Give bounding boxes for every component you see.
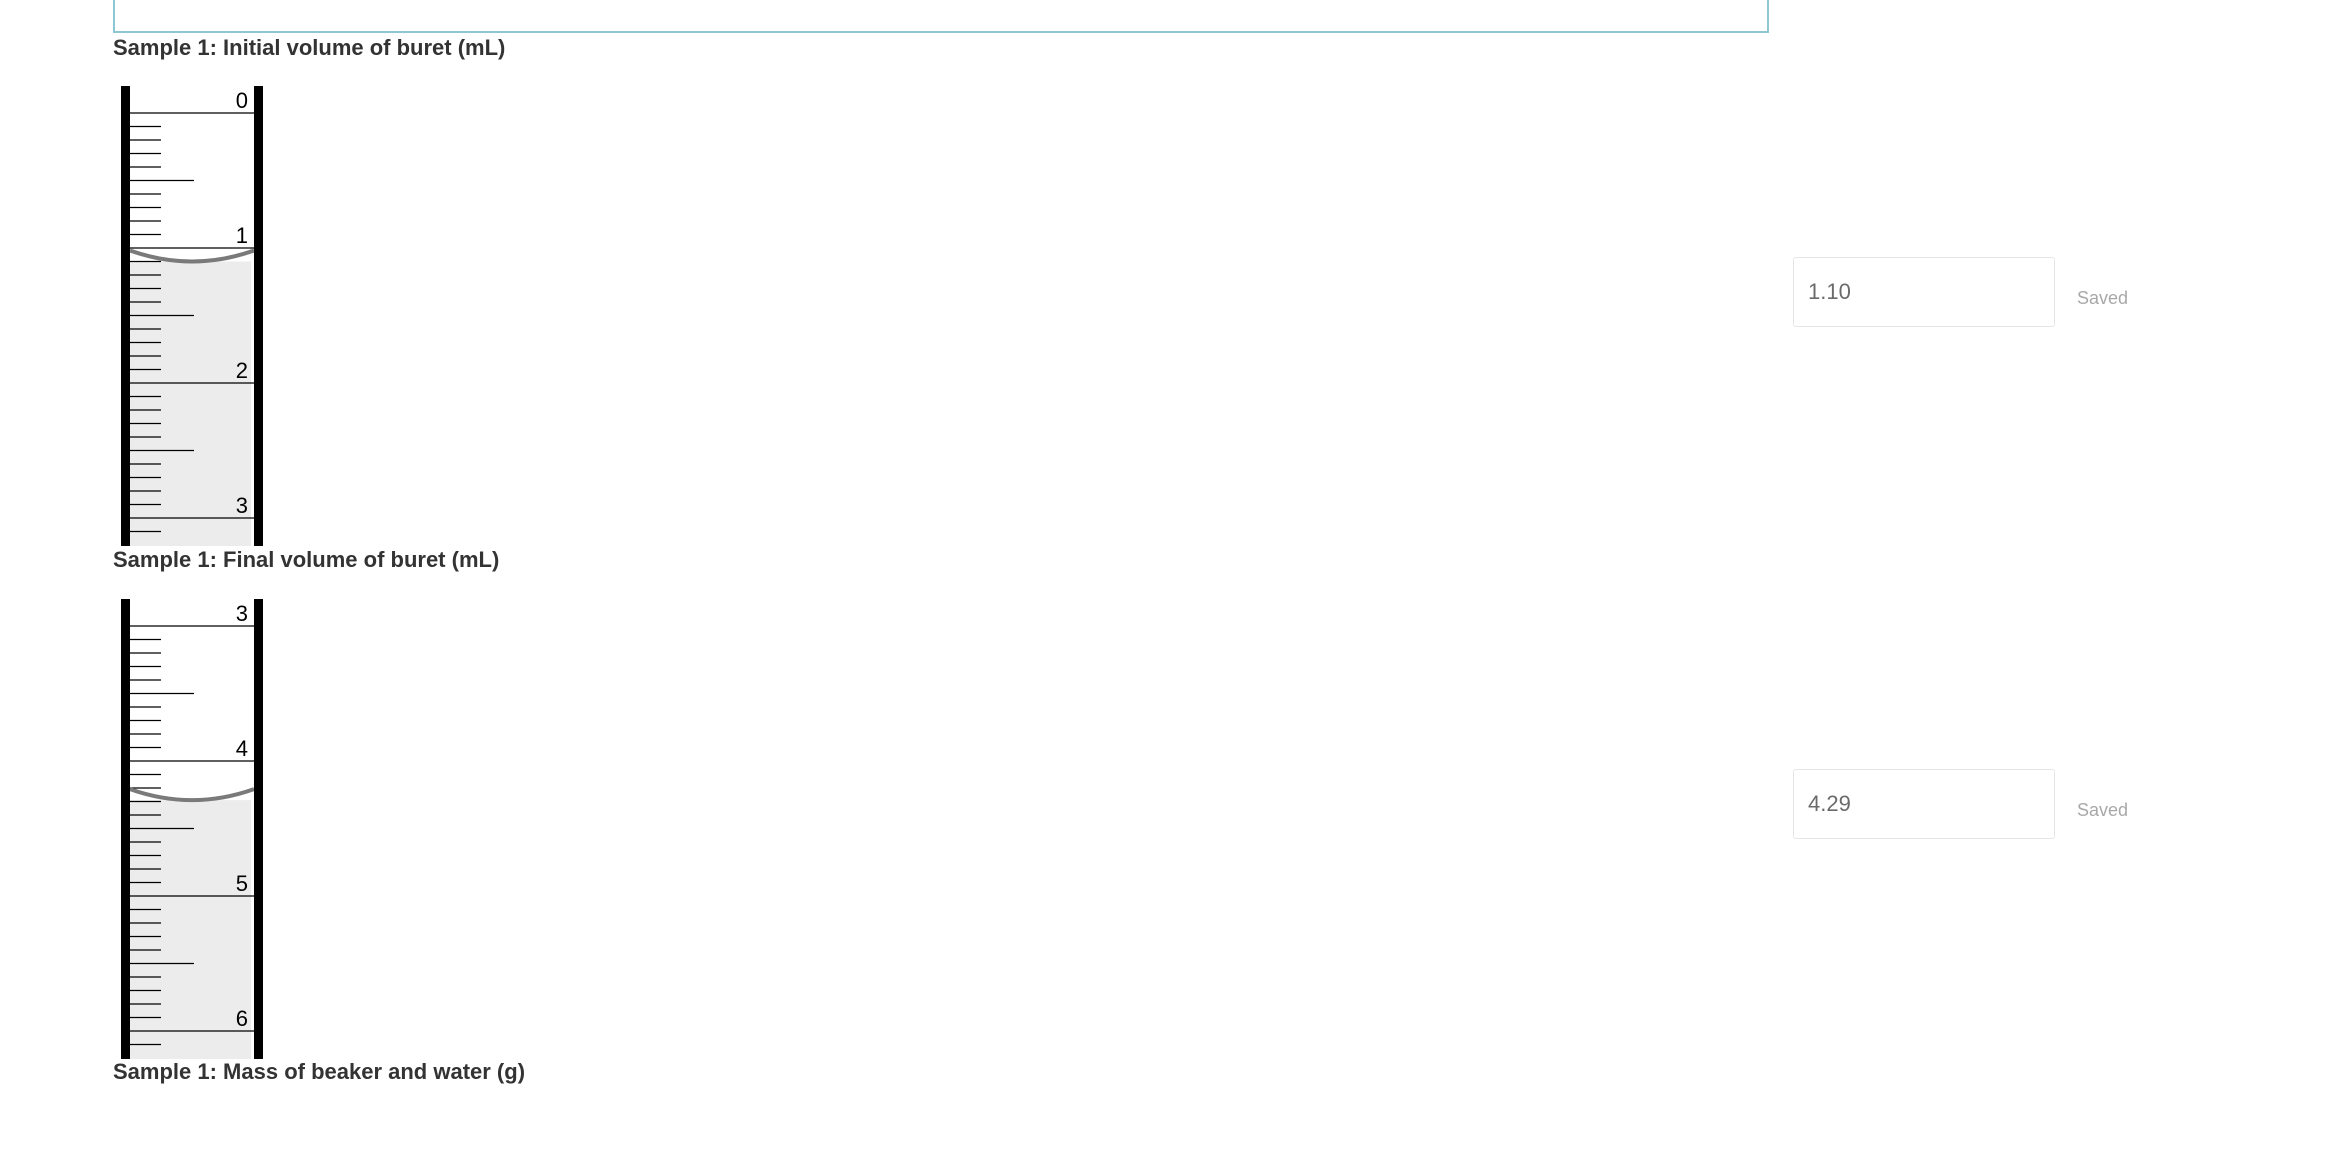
buret-tick-label: 1 [236,223,248,248]
buret-right-wall [254,599,263,1059]
question-label-initial-volume: Sample 1: Initial volume of buret (mL) [113,35,506,60]
initial-volume-input[interactable] [1793,257,2055,327]
buret-tick-label: 6 [236,1006,248,1031]
page: Sample 1: Initial volume of buret (mL) 0… [0,0,2346,1150]
buret-diagram-initial: 0 1 2 3 [113,86,273,546]
buret-svg-final: 3 4 5 6 [121,599,263,1059]
buret-left-wall [121,599,130,1059]
buret-tick-label: 3 [236,493,248,518]
buret-meniscus [129,787,255,803]
buret-diagram-final: 3 4 5 6 [113,599,273,1059]
buret-left-wall [121,86,130,546]
buret-liquid [126,800,251,1059]
buret-tick-label: 5 [236,871,248,896]
buret-tick-label: 4 [236,736,248,761]
buret-tick-label: 2 [236,358,248,383]
previous-answer-box[interactable] [113,0,1769,33]
buret-liquid [126,261,251,546]
initial-volume-saved-status: Saved [2077,288,2129,308]
buret-tick-label: 3 [236,601,248,626]
buret-meniscus [129,248,255,264]
buret-svg-initial: 0 1 2 3 [121,86,263,546]
question-label-final-volume: Sample 1: Final volume of buret (mL) [113,547,500,572]
final-volume-input[interactable] [1793,769,2055,839]
final-volume-saved-status: Saved [2077,800,2129,820]
question-label-mass-beaker-water: Sample 1: Mass of beaker and water (g) [113,1059,526,1084]
buret-tick-label: 0 [236,88,248,113]
buret-right-wall [254,86,263,546]
